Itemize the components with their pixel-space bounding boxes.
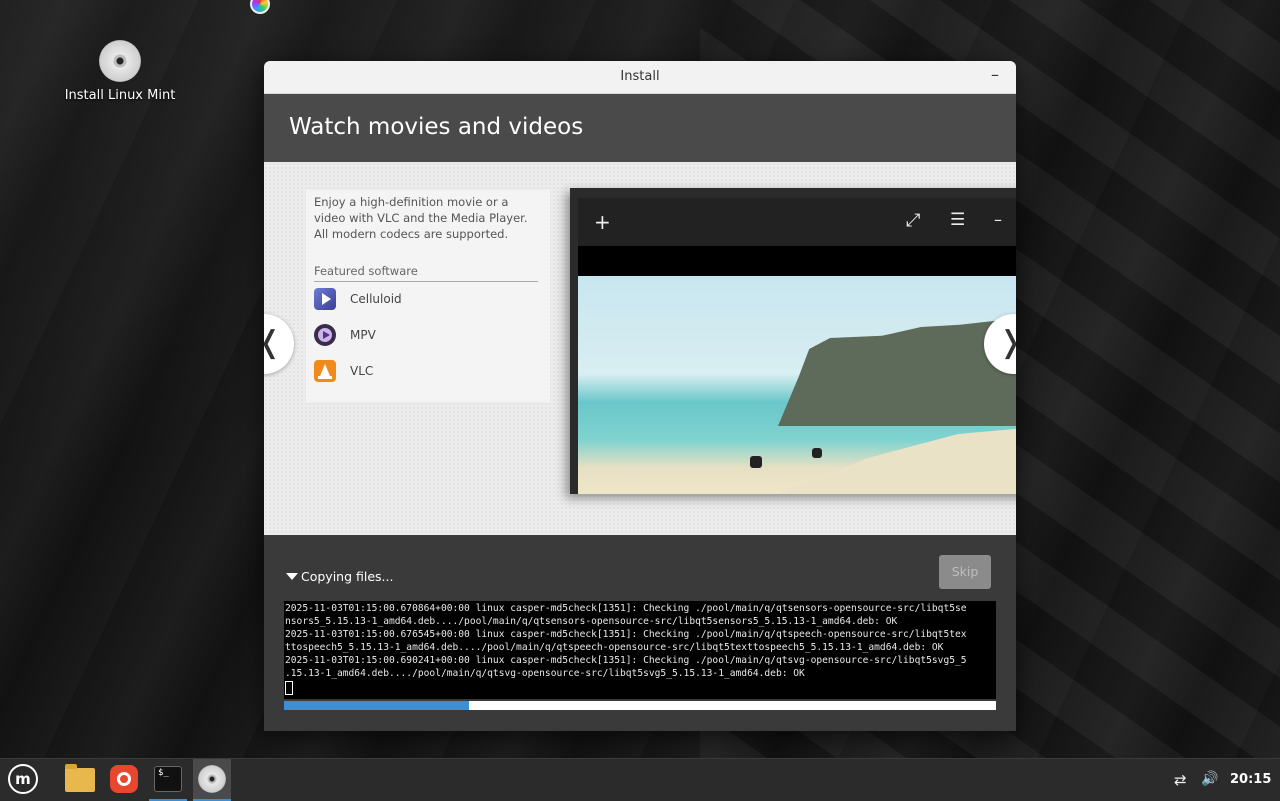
- details-expander[interactable]: Copying files...: [286, 569, 393, 584]
- mpv-icon: [314, 324, 336, 346]
- cliff-shape: [778, 316, 1016, 426]
- terminal-icon: $_: [154, 766, 182, 792]
- firefox-icon: [110, 765, 138, 793]
- slide-description: Enjoy a high-definition movie or a video…: [314, 195, 528, 241]
- menu-icon: ☰: [950, 210, 966, 230]
- taskbar: m $_ ⇄ 🔊 20:15: [0, 758, 1280, 801]
- divider: [314, 281, 538, 282]
- rider-figure: [812, 448, 822, 458]
- installer-window: Install – Watch movies and videos Enjoy …: [264, 61, 1016, 731]
- media-player-screenshot: + ⤢ ☰ –: [570, 188, 1016, 494]
- app-name: MPV: [350, 328, 376, 342]
- log-line: .15.13-1_amd64.deb..../pool/main/q/qtsvg…: [285, 668, 805, 679]
- app-name: VLC: [350, 364, 374, 378]
- expander-triangle-icon: [286, 573, 298, 580]
- add-icon: +: [594, 210, 611, 234]
- desktop-icon-label: Install Linux Mint: [64, 88, 176, 103]
- beach-shape: [748, 426, 1016, 494]
- slide-header: Watch movies and videos: [264, 94, 1016, 162]
- vlc-icon: [314, 360, 336, 382]
- progress-bar-fill: [284, 701, 470, 710]
- disc-icon: [198, 765, 226, 793]
- previous-slide-button[interactable]: ❬: [264, 314, 294, 374]
- rider-figure: [750, 456, 762, 468]
- volume-icon[interactable]: 🔊: [1201, 771, 1218, 787]
- taskbar-installer[interactable]: [193, 759, 231, 801]
- color-picker-icon[interactable]: [250, 0, 270, 14]
- log-line: 2025-11-03T01:15:00.676545+00:00 linux c…: [285, 629, 967, 640]
- desktop-icon-install-linux-mint[interactable]: Install Linux Mint: [62, 40, 178, 103]
- log-line: 2025-11-03T01:15:00.670864+00:00 linux c…: [285, 603, 967, 614]
- taskbar-terminal[interactable]: $_: [149, 759, 187, 801]
- network-icon[interactable]: ⇄: [1174, 771, 1187, 789]
- player-minimize-icon: –: [994, 210, 1002, 229]
- app-name: Celluloid: [350, 292, 402, 306]
- terminal-cursor: [285, 681, 293, 695]
- app-item-celluloid: Celluloid: [314, 288, 514, 312]
- slide-heading: Watch movies and videos: [289, 114, 584, 140]
- fullscreen-icon: ⤢: [906, 210, 921, 231]
- featured-software-label: Featured software: [314, 264, 418, 278]
- info-card: Enjoy a high-definition movie or a video…: [306, 190, 550, 402]
- status-text: Copying files...: [301, 569, 394, 584]
- progress-section: Skip Copying files... 2025-11-03T01:15:0…: [264, 535, 1016, 731]
- player-headerbar: + ⤢ ☰ –: [578, 198, 1016, 246]
- window-titlebar[interactable]: Install –: [264, 61, 1016, 94]
- disc-icon: [99, 40, 141, 82]
- taskbar-firefox[interactable]: [105, 759, 143, 801]
- window-title: Install: [620, 69, 660, 84]
- app-item-vlc: VLC: [314, 360, 514, 384]
- linux-mint-logo-icon: m: [8, 764, 38, 794]
- player-letterbox: [578, 246, 1016, 276]
- taskbar-files[interactable]: [61, 759, 99, 801]
- folder-icon: [65, 764, 95, 792]
- video-frame-beach: [578, 276, 1016, 494]
- terminal-log[interactable]: 2025-11-03T01:15:00.670864+00:00 linux c…: [284, 601, 996, 699]
- app-item-mpv: MPV: [314, 324, 514, 348]
- skip-button[interactable]: Skip: [939, 555, 991, 589]
- log-line: ttospeech5_5.15.13-1_amd64.deb..../pool/…: [285, 642, 944, 653]
- minimize-button[interactable]: –: [986, 65, 1004, 84]
- menu-button[interactable]: m: [2, 759, 40, 801]
- celluloid-icon: [314, 288, 336, 310]
- clock[interactable]: 20:15: [1230, 772, 1271, 787]
- progress-bar: [284, 701, 996, 710]
- log-line: 2025-11-03T01:15:00.690241+00:00 linux c…: [285, 655, 967, 666]
- log-line: nsors5_5.15.13-1_amd64.deb..../pool/main…: [285, 616, 898, 627]
- slideshow-panel: Enjoy a high-definition movie or a video…: [264, 162, 1016, 536]
